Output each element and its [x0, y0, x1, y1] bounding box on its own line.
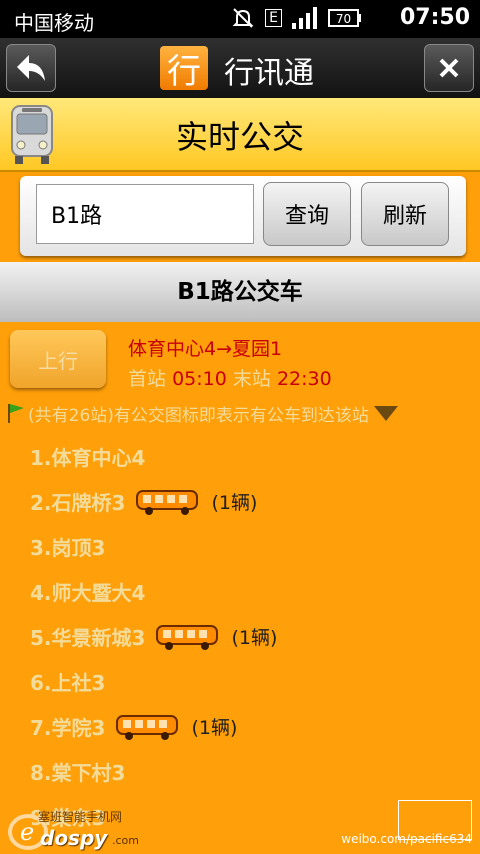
stop-name: 2.石牌桥3 [30, 491, 126, 515]
stop-name: 8.棠下村3 [30, 761, 126, 785]
stop-list: 1.体育中心4 2.石牌桥3 (1辆) 3.岗顶3 4.师大暨大4 5.华景新城3 (1辆)… [30, 434, 470, 839]
stop-name: 6.上社3 [30, 671, 106, 695]
status-icons: E 70 [231, 6, 362, 30]
battery-icon: 70 [328, 6, 362, 30]
status-bar: 中国移动 E 70 07:50 [0, 0, 480, 38]
stop-name: 3.岗顶3 [30, 536, 106, 560]
last-bus-time: 22:30 [276, 368, 332, 390]
close-button[interactable] [424, 44, 474, 92]
direction-button[interactable]: 上行 [10, 330, 106, 388]
stop-name: 7.学院3 [30, 716, 106, 740]
stop-name: 1.体育中心4 [30, 446, 146, 470]
signal-icon [292, 6, 318, 30]
query-button[interactable]: 查询 [263, 182, 351, 246]
stop-item[interactable]: 3.岗顶3 [30, 524, 470, 569]
section-title: 实时公交 [175, 118, 304, 156]
stops-note-text: (共有26站)有公交图标即表示有公车到达该站 [28, 405, 369, 426]
service-times: 首站 05:10 末站 22:30 [128, 364, 332, 391]
stop-item[interactable]: 8.棠下村3 [30, 749, 470, 794]
battery-level: 70 [336, 12, 351, 26]
network-type-icon: E [265, 6, 282, 30]
app-title: 行讯通 [224, 56, 314, 91]
refresh-button[interactable]: 刷新 [361, 182, 449, 246]
stop-item[interactable]: 1.体育中心4 [30, 434, 470, 479]
flag-icon [8, 404, 24, 423]
stop-item[interactable]: 2.石牌桥3 (1辆) [30, 479, 470, 524]
close-icon [439, 58, 459, 78]
back-arrow-icon [17, 55, 45, 81]
search-panel: 查询 刷新 [20, 176, 466, 256]
expand-triangle-icon[interactable] [373, 403, 399, 423]
stop-name: 5.华景新城3 [30, 626, 146, 650]
mute-icon [231, 6, 255, 30]
section-header: 实时公交 [0, 98, 480, 172]
route-direction: 体育中心4→夏园1 [128, 338, 283, 360]
route-input[interactable] [36, 184, 254, 244]
stop-item[interactable]: 5.华景新城3 (1辆) [30, 614, 470, 659]
back-button[interactable] [6, 44, 56, 92]
bus-count: (1辆) [211, 492, 258, 514]
bus-icon [155, 622, 221, 652]
bus-count: (1辆) [191, 717, 238, 739]
stop-item[interactable]: 6.上社3 [30, 659, 470, 704]
stop-item[interactable]: 4.师大暨大4 [30, 569, 470, 614]
watermark-brand: dospy [40, 826, 108, 850]
route-header: B1路公交车 [0, 262, 480, 322]
first-bus-time: 05:10 [172, 368, 227, 390]
bus-icon [135, 487, 201, 517]
clock: 07:50 [399, 5, 470, 30]
watermark-weibo: weibo.com/pacific634 [341, 832, 472, 846]
bus-count: (1辆) [231, 627, 278, 649]
first-bus-label: 首站 [128, 368, 167, 390]
stop-item[interactable]: 7.学院3 (1辆) [30, 704, 470, 749]
watermark-site: 塞班智能手机网 [38, 810, 123, 824]
bus-icon [115, 712, 181, 742]
svg-text:e: e [20, 818, 34, 846]
stop-name: 4.师大暨大4 [30, 581, 146, 605]
app-logo: 行 [160, 46, 208, 92]
carrier-name: 中国移动 [14, 11, 94, 35]
watermark-domain: .com [112, 834, 139, 847]
last-bus-label: 末站 [232, 368, 271, 390]
title-bar: 行 行讯通 [0, 38, 480, 99]
stops-note: (共有26站)有公交图标即表示有公车到达该站 [6, 400, 474, 426]
